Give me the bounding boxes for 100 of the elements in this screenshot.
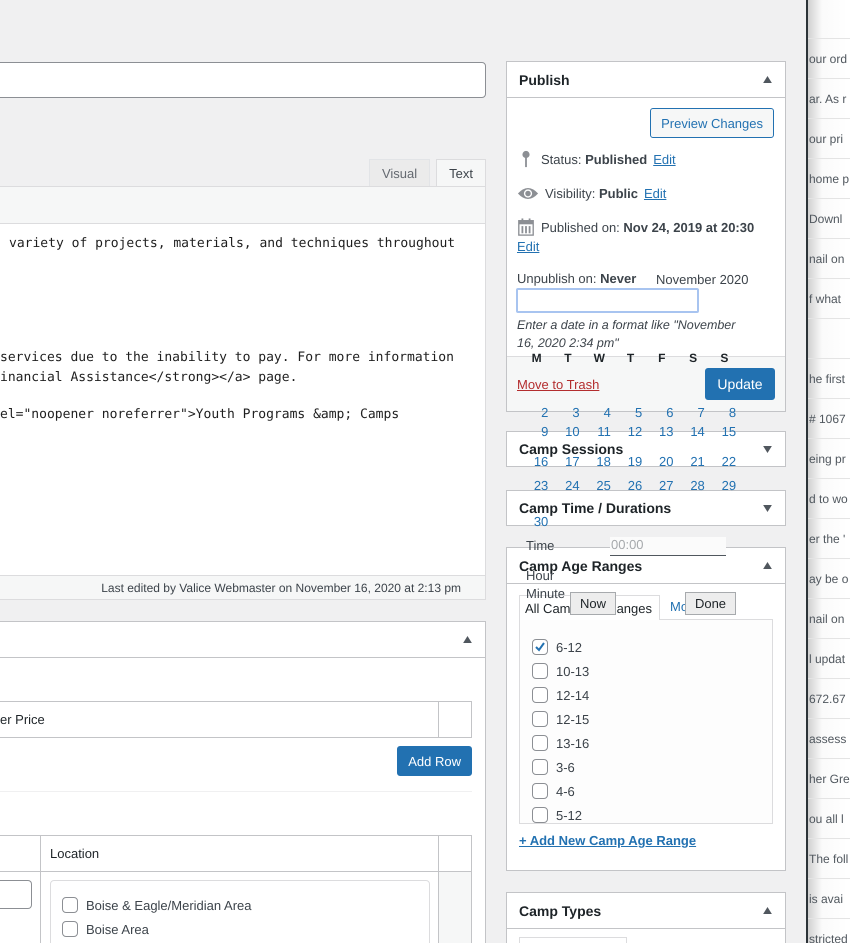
done-button[interactable]: Done <box>685 592 736 615</box>
calendar-day[interactable]: 13 <box>646 425 678 439</box>
checkbox[interactable] <box>532 807 548 823</box>
calendar-day[interactable]: 7 <box>677 406 709 420</box>
add-row-button[interactable]: Add Row <box>397 746 472 776</box>
weekday-label: W <box>592 351 606 365</box>
calendar-day[interactable]: 28 <box>677 479 709 493</box>
calendar-day[interactable]: 24 <box>552 479 584 493</box>
title-field[interactable] <box>0 62 486 98</box>
status-text: Status: Published <box>541 152 648 166</box>
calendar-day[interactable]: 23 <box>521 479 552 493</box>
option-label: 6-12 <box>556 640 582 654</box>
date-format-hint: Enter a date in a format like "November 16, 2020 2:34 pm" <box>517 317 737 352</box>
option-label: 3-6 <box>556 760 575 774</box>
box-title: Camp Time / Durations <box>519 501 672 515</box>
list-item-text: our pri <box>809 132 844 146</box>
caret-up-icon[interactable] <box>463 636 472 643</box>
calendar-day[interactable]: 25 <box>584 479 615 493</box>
age-range-option[interactable]: 3-6 <box>532 755 760 779</box>
age-range-option[interactable]: 10-13 <box>532 659 760 683</box>
age-range-option[interactable]: 5-12 <box>532 803 760 823</box>
option-label: 4-6 <box>556 784 575 798</box>
calendar-day[interactable]: 26 <box>614 479 646 493</box>
calendar-day[interactable]: 8 <box>708 406 740 420</box>
age-range-option[interactable]: 6-12 <box>532 635 760 659</box>
update-button[interactable]: Update <box>705 368 775 400</box>
preview-changes-button[interactable]: Preview Changes <box>650 108 774 138</box>
calendar-day[interactable]: 2 <box>521 406 552 420</box>
calendar-day[interactable]: 9 <box>521 425 552 439</box>
list-item-text: nail on <box>809 252 844 266</box>
edit-link[interactable]: Edit <box>653 152 676 166</box>
age-range-option[interactable]: 12-14 <box>532 683 760 707</box>
location-option[interactable]: Boise Area <box>62 917 418 941</box>
code-editor[interactable] <box>0 224 486 575</box>
age-range-option[interactable]: 4-6 <box>532 779 760 803</box>
unpublish-text: Unpublish on: Never <box>517 270 636 288</box>
checkbox[interactable] <box>532 759 548 775</box>
published-on-text: Published on: Nov 24, 2019 at 20:30 <box>541 220 754 234</box>
checkbox[interactable] <box>532 711 548 727</box>
checkbox[interactable] <box>532 735 548 751</box>
caret-down-icon[interactable] <box>763 446 772 452</box>
weekday-label: F <box>657 351 666 365</box>
list-item-text: ou all l <box>809 812 844 826</box>
list-item-text: is avai <box>809 892 844 906</box>
calendar-day[interactable]: 6 <box>646 406 678 420</box>
calendar-day[interactable]: 29 <box>708 479 740 493</box>
add-new-link[interactable]: + Add New Camp Age Range <box>519 833 773 848</box>
checkbox[interactable] <box>62 897 78 913</box>
calendar-day[interactable]: 12 <box>614 425 646 439</box>
tab-label: anges <box>616 600 652 616</box>
move-to-trash-link[interactable]: Move to Trash <box>517 376 600 392</box>
age-range-option[interactable]: 12-15 <box>532 707 760 731</box>
checkbox[interactable] <box>532 663 548 679</box>
list-item-text: assess <box>809 732 846 746</box>
calendar-day[interactable]: 20 <box>646 455 678 469</box>
calendar-day[interactable]: 19 <box>614 455 646 469</box>
option-label: 13-16 <box>556 736 590 750</box>
caret-up-icon[interactable] <box>763 562 772 569</box>
input-field[interactable] <box>0 880 32 909</box>
age-range-option[interactable]: 13-16 <box>532 731 760 755</box>
weekday-label: S <box>688 351 698 365</box>
calendar-day[interactable]: 3 <box>552 406 584 420</box>
edit-link[interactable]: Edit <box>517 239 540 254</box>
caret-up-icon[interactable] <box>763 907 772 914</box>
list-item-text: f what <box>809 292 842 306</box>
editor-tab[interactable]: Visual <box>368 159 430 186</box>
caret-down-icon[interactable] <box>763 504 772 512</box>
calendar-day[interactable]: 18 <box>584 455 615 469</box>
calendar-day[interactable]: 17 <box>552 455 584 469</box>
option-label: Boise Area <box>86 922 149 936</box>
calendar-day[interactable]: 14 <box>677 425 709 439</box>
calendar-day[interactable]: 4 <box>584 406 615 420</box>
calendar-day[interactable]: 10 <box>552 425 584 439</box>
calendar-day[interactable]: 30 <box>521 515 552 529</box>
box-title: Camp Types <box>519 904 602 918</box>
checkbox[interactable] <box>532 639 548 655</box>
list-item-text: d to wo <box>809 492 848 506</box>
code-line: services due to the inability to pay. For more information <box>0 349 455 367</box>
weekday-label: T <box>563 351 573 365</box>
checkbox[interactable] <box>532 783 548 799</box>
date-input-field[interactable] <box>516 288 699 313</box>
calendar-day[interactable]: 27 <box>646 479 678 493</box>
now-button[interactable]: Now <box>570 592 616 615</box>
editor-tab[interactable]: Text <box>436 159 486 186</box>
checkbox[interactable] <box>62 921 78 937</box>
checkbox[interactable] <box>532 687 548 703</box>
calendar-day[interactable]: 11 <box>584 425 615 439</box>
caret-up-icon[interactable] <box>763 76 772 83</box>
option-label: 10-13 <box>556 664 590 678</box>
edit-link[interactable]: Edit <box>644 186 666 200</box>
location-option[interactable]: Boise & Eagle/Meridian Area <box>62 893 418 917</box>
list-item-text: ar. As r <box>809 92 846 106</box>
calendar-day[interactable]: 5 <box>614 406 646 420</box>
calendar-day[interactable]: 22 <box>708 455 740 469</box>
tab-label: All Cam <box>525 600 571 616</box>
list-item-text: her Gre <box>809 772 850 786</box>
calendar-day[interactable]: 21 <box>677 455 709 469</box>
calendar-day[interactable]: 15 <box>708 425 740 439</box>
code-line: variety of projects, materials, and techniques throughout <box>8 235 456 253</box>
list-item-text: 672.67 <box>809 692 846 706</box>
